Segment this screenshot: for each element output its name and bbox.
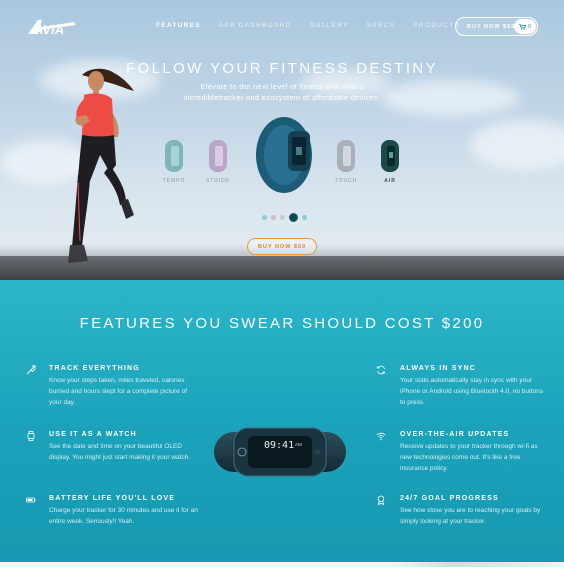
feature-track-everything: TRACK EVERYTHING Know your steps taken, … [49, 365, 199, 408]
device-time-suffix: AM [295, 442, 302, 447]
nav-item-specs[interactable]: SPECS [367, 22, 396, 29]
buy-now-header-label: BUY NOW $59 [467, 23, 516, 30]
feature-body: See how close you are to reaching your g… [400, 507, 541, 525]
cart-icon [519, 23, 527, 30]
feature-goal-progress: 24/7 GOAL PROGRESS See how close you are… [400, 495, 550, 527]
tracker-tempo[interactable] [162, 138, 186, 174]
feature-title: BATTERY LIFE YOU'LL LOVE [49, 495, 176, 502]
tracker-featured[interactable] [250, 113, 318, 195]
watch-icon [27, 431, 35, 441]
feature-body: Charge your tracker for 30 minutes and u… [49, 507, 198, 525]
feature-title: TRACK EVERYTHING [49, 365, 140, 372]
logo-wordmark: AVIA [33, 22, 64, 37]
wifi-icon [376, 432, 386, 441]
award-icon [377, 495, 385, 505]
hero-title: FOLLOW YOUR FITNESS DESTINY [125, 60, 439, 77]
cloud [470, 120, 564, 170]
feature-battery-life: BATTERY LIFE YOU'LL LOVE Charge your tra… [49, 495, 199, 527]
nav-item-app-dashboard[interactable]: APP DASHBOARD [219, 22, 292, 29]
cart-button[interactable]: 0 [514, 19, 536, 34]
feature-use-as-watch: USE IT AS A WATCH See the date and time … [49, 431, 199, 463]
feature-body: Know your steps taken, miles traveled, c… [49, 377, 188, 406]
carousel-dot[interactable] [262, 215, 267, 220]
feature-body: Your stats automatically stay in sync wi… [400, 377, 544, 406]
hero-section: AVIA FEATURES APP DASHBOARD GALLERY SPEC… [0, 0, 564, 280]
next-section-edge [0, 562, 564, 567]
tracker-label-touch: TOUCH [334, 178, 358, 184]
device-time: 09:41 [264, 440, 295, 451]
nav-item-gallery[interactable]: GALLERY [310, 22, 349, 29]
feature-title: ALWAYS IN SYNC [400, 365, 477, 372]
buy-now-header-button[interactable]: BUY NOW $59 0 [455, 17, 538, 36]
trend-arrow-icon [26, 365, 36, 375]
carousel-dot[interactable] [280, 215, 285, 220]
main-nav: FEATURES APP DASHBOARD GALLERY SPECS PRO… [156, 22, 478, 29]
carousel-dot[interactable] [302, 215, 307, 220]
sync-icon [376, 365, 386, 375]
battery-icon [26, 497, 36, 503]
carousel-dot-active[interactable] [289, 213, 298, 222]
carousel-dots [262, 213, 307, 222]
feature-body: Receive updates to your tracker through … [400, 443, 538, 472]
feature-title: OVER-THE-AIR UPDATES [400, 431, 510, 438]
feature-over-the-air-updates: OVER-THE-AIR UPDATES Receive updates to … [400, 431, 550, 474]
tracker-label-stride: STRIDE [205, 178, 231, 184]
cart-count: 0 [528, 23, 531, 30]
feature-body: See the date and time on your beautiful … [49, 443, 191, 461]
hero-subtitle-line1: Elevate to the next level of fitness wit… [200, 82, 364, 91]
tracker-label-air: AIR [384, 178, 396, 184]
tracker-touch[interactable] [334, 138, 358, 174]
nav-item-features[interactable]: FEATURES [156, 22, 201, 29]
avia-logo[interactable]: AVIA [26, 17, 82, 37]
hero-subtitle-line2: incredibletracker and ecosystem of affor… [183, 93, 381, 102]
tracker-air[interactable] [378, 138, 402, 174]
feature-title: 24/7 GOAL PROGRESS [400, 495, 499, 502]
feature-always-in-sync: ALWAYS IN SYNC Your stats automatically … [400, 365, 550, 408]
carousel-dot[interactable] [271, 215, 276, 220]
features-section: FEATURES YOU SWEAR SHOULD COST $200 TRAC… [0, 280, 564, 562]
tracker-stride[interactable] [206, 138, 230, 174]
feature-title: USE IT AS A WATCH [49, 431, 137, 438]
tracker-label-tempo: TEMPO [162, 178, 186, 184]
nav-item-products[interactable]: PRODUCTS [413, 22, 460, 29]
features-title: FEATURES YOU SWEAR SHOULD COST $200 [79, 315, 485, 332]
tracker-device-image [214, 427, 346, 477]
buy-now-hero-button[interactable]: BUY NOW $59 [247, 238, 317, 255]
